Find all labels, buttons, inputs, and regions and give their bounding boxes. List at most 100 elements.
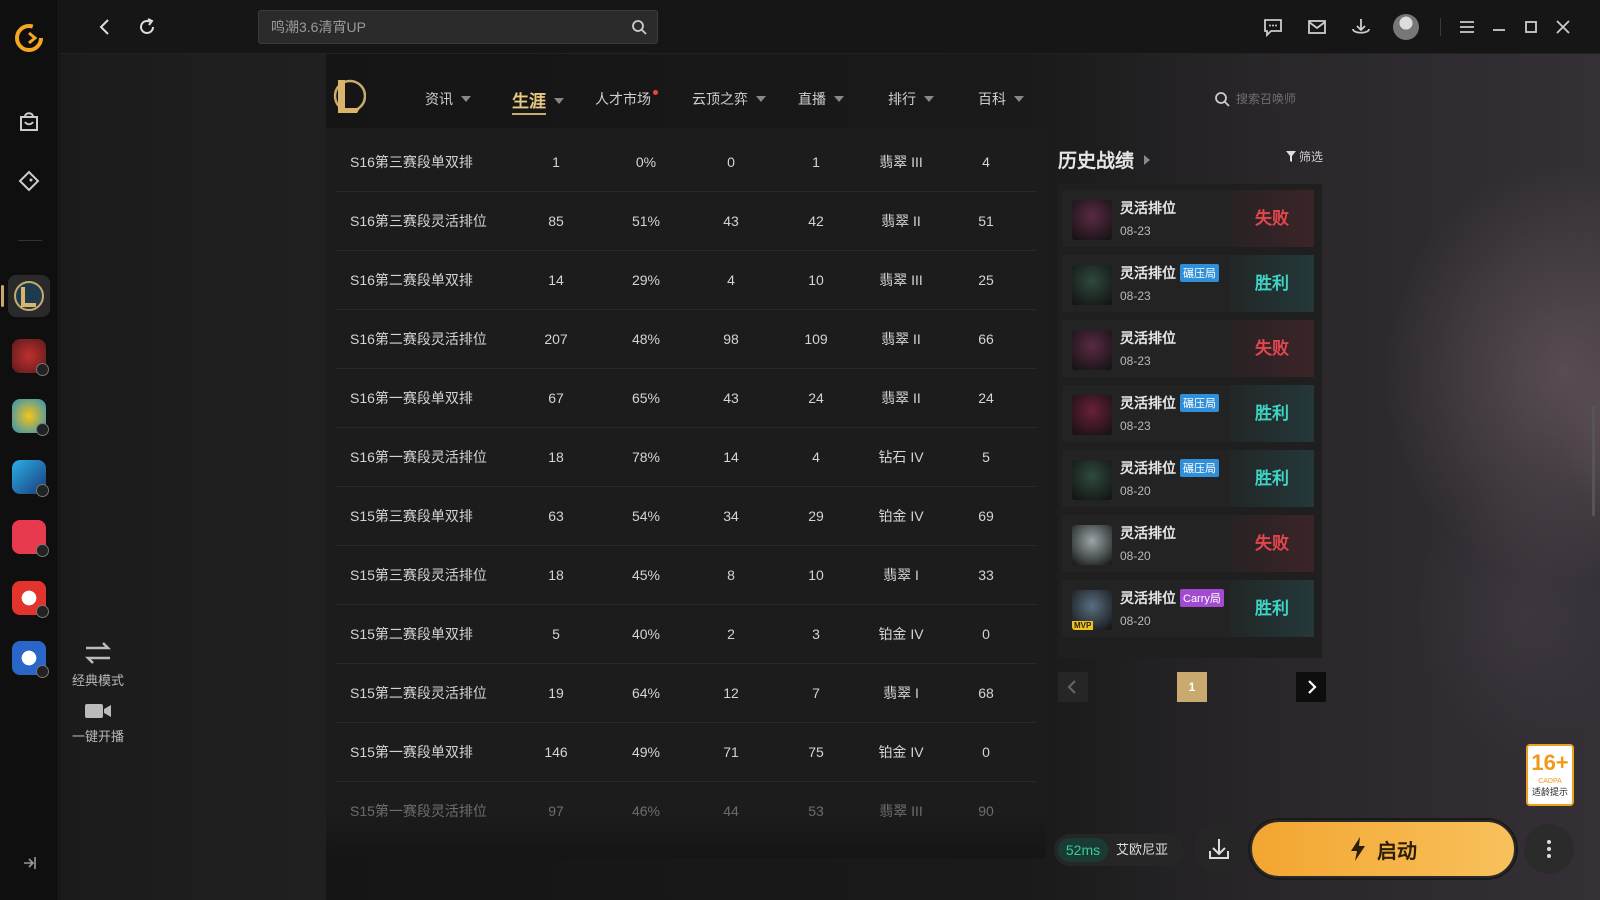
game-qq-speed-icon[interactable] bbox=[12, 399, 49, 436]
table-cell: 翡翠 II bbox=[881, 331, 921, 347]
table-cell: 翡翠 I bbox=[883, 567, 919, 583]
download-button[interactable] bbox=[1194, 824, 1244, 874]
table-row[interactable]: S16第二赛段单双排 14 29% 4 10 翡翠 III 25 bbox=[336, 250, 1036, 310]
match-tag: 碾压局 bbox=[1180, 459, 1219, 477]
chevron-down-icon bbox=[756, 96, 766, 102]
table-row[interactable]: S16第三赛段单双排 1 0% 0 1 翡翠 III 4 bbox=[336, 132, 1036, 192]
next-page-button[interactable] bbox=[1296, 672, 1326, 702]
nav-talent-market[interactable]: 人才市场 bbox=[595, 89, 658, 109]
table-cell: 2 bbox=[727, 626, 735, 642]
table-cell: 5 bbox=[552, 626, 560, 642]
page-scrollbar[interactable] bbox=[1592, 406, 1595, 516]
table-row[interactable]: S15第二赛段灵活排位 19 64% 12 7 翡翠 I 68 bbox=[336, 663, 1036, 723]
nav-wiki[interactable]: 百科 bbox=[978, 89, 1024, 109]
match-result: 胜利 bbox=[1230, 385, 1314, 442]
match-result: 胜利 bbox=[1230, 450, 1314, 507]
back-icon[interactable] bbox=[94, 16, 116, 38]
nav-career[interactable]: 生涯 bbox=[512, 87, 564, 115]
summoner-search[interactable]: 搜索召唤师 bbox=[1214, 90, 1296, 107]
prev-page-button[interactable] bbox=[1058, 672, 1088, 702]
champion-portrait bbox=[1072, 525, 1112, 565]
download-manager-icon[interactable] bbox=[1350, 16, 1372, 38]
download-badge-icon bbox=[36, 665, 49, 678]
match-item[interactable]: 灵活排位 08-20 失败 bbox=[1062, 515, 1314, 572]
search-box[interactable] bbox=[258, 10, 658, 44]
search-input[interactable] bbox=[271, 11, 611, 43]
table-cell: 51% bbox=[631, 213, 661, 229]
user-avatar[interactable] bbox=[1393, 14, 1419, 40]
match-date: 08-23 bbox=[1120, 354, 1151, 368]
table-cell: S15第一赛段单双排 bbox=[350, 744, 473, 760]
table-cell: 33 bbox=[978, 567, 994, 583]
champion-portrait: MVP bbox=[1072, 590, 1112, 630]
app-logo-icon[interactable] bbox=[13, 22, 45, 54]
table-cell: 85 bbox=[548, 213, 564, 229]
table-cell: 63 bbox=[548, 508, 564, 524]
age-rating-badge[interactable]: 16+ CADPA 适龄提示 bbox=[1526, 744, 1574, 806]
topbar-separator bbox=[1440, 18, 1441, 36]
table-cell: 90 bbox=[978, 803, 994, 819]
close-icon[interactable] bbox=[1552, 16, 1574, 38]
table-cell: 4 bbox=[727, 272, 735, 288]
nav-news[interactable]: 资讯 bbox=[425, 89, 471, 109]
more-options-button[interactable] bbox=[1524, 824, 1574, 874]
table-row[interactable]: S16第一赛段单双排 67 65% 43 24 翡翠 II 24 bbox=[336, 368, 1036, 428]
match-date: 08-23 bbox=[1120, 419, 1151, 433]
game-controller-icon[interactable] bbox=[16, 168, 42, 194]
nav-ranking[interactable]: 排行 bbox=[888, 89, 934, 109]
match-item[interactable]: 灵活排位 碾压局 08-20 胜利 bbox=[1062, 450, 1314, 507]
search-icon[interactable] bbox=[631, 19, 647, 35]
match-item[interactable]: 灵活排位 08-23 失败 bbox=[1062, 190, 1314, 247]
lol-logo-icon[interactable] bbox=[330, 76, 366, 116]
match-item[interactable]: MVP 灵活排位 Carry局 08-20 胜利 bbox=[1062, 580, 1314, 637]
table-cell: 10 bbox=[808, 567, 824, 583]
table-row[interactable]: S16第一赛段灵活排位 18 78% 14 4 钻石 IV 5 bbox=[336, 427, 1036, 487]
table-row[interactable]: S15第三赛段灵活排位 18 45% 8 10 翡翠 I 33 bbox=[336, 545, 1036, 605]
one-click-stream-button[interactable]: 一键开播 bbox=[68, 700, 128, 745]
expand-rail-icon[interactable] bbox=[20, 854, 38, 872]
table-cell: 24 bbox=[978, 390, 994, 406]
page-number[interactable]: 1 bbox=[1177, 672, 1207, 702]
table-row[interactable]: S15第一赛段单双排 146 49% 71 75 铂金 IV 0 bbox=[336, 722, 1036, 782]
table-row[interactable]: S16第二赛段灵活排位 207 48% 98 109 翡翠 II 66 bbox=[336, 309, 1036, 369]
game-lol-icon[interactable] bbox=[8, 275, 50, 317]
match-item[interactable]: 灵活排位 碾压局 08-23 胜利 bbox=[1062, 255, 1314, 312]
history-title[interactable]: 历史战绩 bbox=[1058, 146, 1151, 173]
nav-live[interactable]: 直播 bbox=[798, 89, 844, 109]
filter-button[interactable]: 筛选 bbox=[1286, 148, 1323, 165]
chat-icon[interactable] bbox=[1262, 16, 1284, 38]
match-mode: 灵活排位 碾压局 bbox=[1120, 458, 1219, 478]
classic-mode-button[interactable]: 经典模式 bbox=[68, 640, 128, 689]
chevron-down-icon bbox=[834, 96, 844, 102]
match-mode-label: 灵活排位 bbox=[1120, 525, 1176, 541]
mail-icon[interactable] bbox=[1306, 16, 1328, 38]
match-mode: 灵活排位 碾压局 bbox=[1120, 393, 1219, 413]
store-bag-icon[interactable] bbox=[16, 108, 42, 134]
table-cell: S15第三赛段单双排 bbox=[350, 508, 473, 524]
match-item[interactable]: 灵活排位 碾压局 08-23 胜利 bbox=[1062, 385, 1314, 442]
menu-icon[interactable] bbox=[1456, 16, 1478, 38]
game-pen-icon[interactable] bbox=[12, 460, 49, 497]
game-cf-icon[interactable] bbox=[12, 581, 49, 618]
match-item[interactable]: 灵活排位 08-23 失败 bbox=[1062, 320, 1314, 377]
table-cell: 3 bbox=[812, 626, 820, 642]
game-valorant-icon[interactable] bbox=[12, 520, 49, 557]
table-cell: 0 bbox=[982, 744, 990, 760]
game-cf-hd-icon[interactable] bbox=[12, 641, 49, 678]
maximize-icon[interactable] bbox=[1520, 16, 1542, 38]
launch-button[interactable]: 启动 bbox=[1250, 820, 1516, 878]
table-row[interactable]: S15第三赛段单双排 63 54% 34 29 铂金 IV 69 bbox=[336, 486, 1036, 546]
minimize-icon[interactable] bbox=[1488, 16, 1510, 38]
nav-tft[interactable]: 云顶之弈 bbox=[692, 89, 766, 109]
refresh-icon[interactable] bbox=[136, 16, 158, 38]
game-naraka-icon[interactable] bbox=[12, 339, 49, 376]
classic-mode-label: 经典模式 bbox=[71, 673, 124, 688]
table-cell: S15第一赛段灵活排位 bbox=[350, 803, 487, 819]
table-row[interactable]: S15第一赛段灵活排位 97 46% 44 53 翡翠 III 90 bbox=[336, 781, 1036, 841]
server-status[interactable]: 52ms 艾欧尼亚 bbox=[1054, 834, 1184, 866]
search-icon bbox=[1215, 91, 1230, 107]
table-row[interactable]: S16第三赛段灵活排位 85 51% 43 42 翡翠 II 51 bbox=[336, 191, 1036, 251]
match-mode-label: 灵活排位 bbox=[1120, 200, 1176, 216]
table-row[interactable]: S15第二赛段单双排 5 40% 2 3 铂金 IV 0 bbox=[336, 604, 1036, 664]
table-cell: 19 bbox=[548, 685, 564, 701]
